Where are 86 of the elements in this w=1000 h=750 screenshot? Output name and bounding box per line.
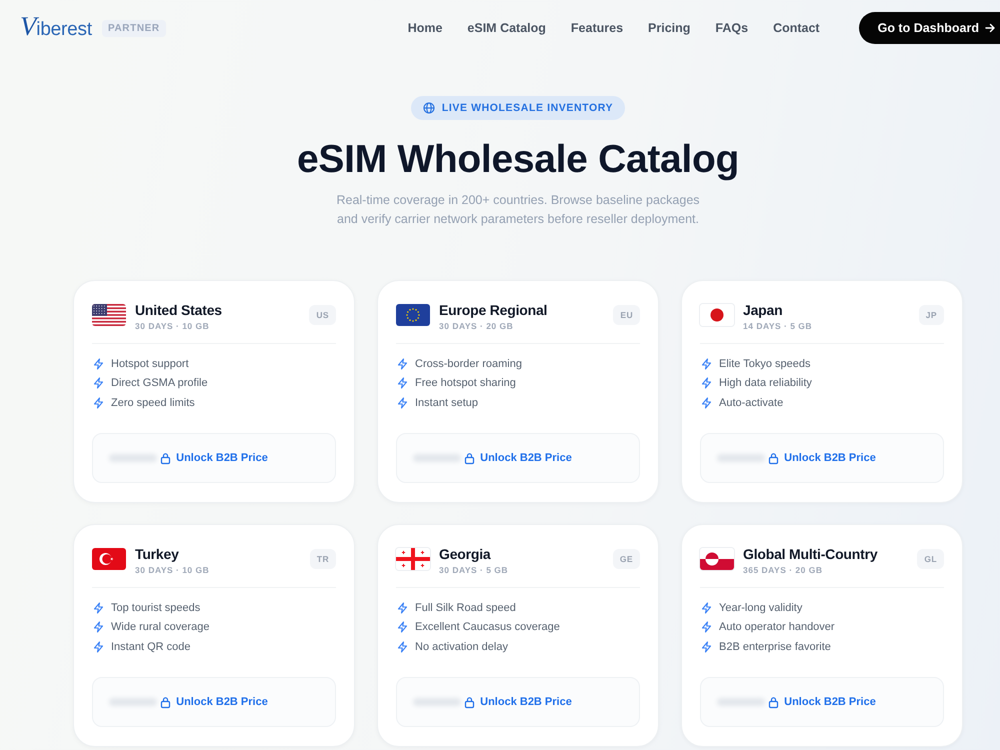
lightning-bolt-icon [397,602,408,614]
feature-text: High data reliability [719,377,812,390]
feature-text: B2B enterprise favorite [719,640,831,653]
feature-text: Auto operator handover [719,621,835,634]
plan-name: United States [135,302,222,319]
lightning-bolt-icon [701,396,712,409]
lightning-bolt-icon [701,621,712,634]
partner-badge: PARTNER [102,20,166,36]
feature-text: Auto-activate [719,396,784,409]
plan-duration-data: 30 DAYS · 10 GB [135,321,210,331]
lightning-bolt-icon [397,358,408,370]
lock-icon [768,452,780,464]
lightning-bolt-icon [93,621,104,634]
unlock-price-button[interactable]: Unlock B2B Price [160,452,268,464]
dashboard-button[interactable]: Go to Dashboard [858,12,1000,44]
feature-text: Year-long validity [719,602,802,614]
country-code-badge: EU [613,305,640,325]
american-flag-icon [92,304,126,326]
eu-flag-icon [396,304,430,326]
country-code-badge: JP [918,305,944,325]
feature-text: Instant QR code [111,640,190,653]
lock-icon [768,696,780,708]
country-code-badge: GE [612,549,640,569]
plan-name: Turkey [135,546,180,563]
plan-name: Japan [743,302,784,319]
plan-duration-data: 14 DAYS · 5 GB [743,321,812,331]
lightning-bolt-icon [93,377,104,390]
feature-text: Excellent Caucasus coverage [415,621,560,634]
lightning-bolt-icon [701,640,712,653]
lightning-bolt-icon [397,377,408,390]
lightning-bolt-icon [93,602,104,614]
plan-name: Europe Regional [439,302,548,319]
page-subtitle: Real-time coverage in 200+ countries. Browse baseline packages and verify carrier network parameters before reseller deployment. [335,192,701,228]
lock-icon [464,696,476,708]
unlock-price-button[interactable]: Unlock B2B Price [768,452,876,464]
lightning-bolt-icon [397,621,408,634]
country-code-badge: TR [310,549,336,569]
turkish-flag-icon [92,548,126,570]
unlock-price-button[interactable]: Unlock B2B Price [464,696,572,708]
nav-link[interactable]: Contact [773,21,820,35]
feature-text: Instant setup [415,396,478,409]
unlock-price-button[interactable]: Unlock B2B Price [160,696,268,708]
lightning-bolt-icon [93,396,104,409]
plan-duration-data: 30 DAYS · 5 GB [439,565,508,575]
lightning-bolt-icon [701,358,712,370]
nav-link[interactable]: Home [408,21,442,35]
nav-link[interactable]: eSIM Catalog [467,21,546,35]
feature-text: No activation delay [415,640,508,653]
plan-duration-data: 30 DAYS · 20 GB [439,321,514,331]
lightning-bolt-icon [701,602,712,614]
country-code-badge: US [309,305,336,325]
feature-text: Full Silk Road speed [415,602,516,614]
arrow-right-icon [985,23,995,33]
feature-text: Direct GSMA profile [111,377,208,390]
greenland-flag-icon [700,548,734,570]
lock-icon [464,452,476,464]
pill-label: LIVE WHOLESALE INVENTORY [442,102,614,114]
lightning-bolt-icon [93,358,104,370]
feature-text: Cross-border roaming [415,358,522,370]
plan-name: Global Multi-Country [743,546,878,563]
lightning-bolt-icon [93,640,104,653]
lightning-bolt-icon [701,377,712,390]
nav-link[interactable]: Features [570,21,624,35]
feature-text: Elite Tokyo speeds [719,358,811,370]
brand-logo[interactable]: Viberest [20,13,92,43]
globe-icon [422,102,435,114]
feature-text: Zero speed limits [111,396,195,409]
unlock-price-button[interactable]: Unlock B2B Price [464,452,572,464]
feature-text: Wide rural coverage [111,621,210,634]
feature-text: Free hotspot sharing [415,377,516,390]
georgian-flag-icon [396,548,430,570]
country-code-badge: GL [917,549,944,569]
plan-name: Georgia [439,546,492,563]
lock-icon [160,696,172,708]
feature-text: Top tourist speeds [111,602,200,614]
plan-duration-data: 365 DAYS · 20 GB [743,565,824,575]
nav-link[interactable]: FAQs [715,21,748,35]
feature-text: Hotspot support [111,358,189,370]
page-title: eSIM Wholesale Catalog [297,137,739,183]
nav-link[interactable]: Pricing [648,21,690,35]
lock-icon [160,452,172,464]
lightning-bolt-icon [397,396,408,409]
unlock-price-button[interactable]: Unlock B2B Price [768,696,876,708]
plan-duration-data: 30 DAYS · 10 GB [135,565,210,575]
japanese-flag-icon [700,304,734,326]
lightning-bolt-icon [397,640,408,653]
